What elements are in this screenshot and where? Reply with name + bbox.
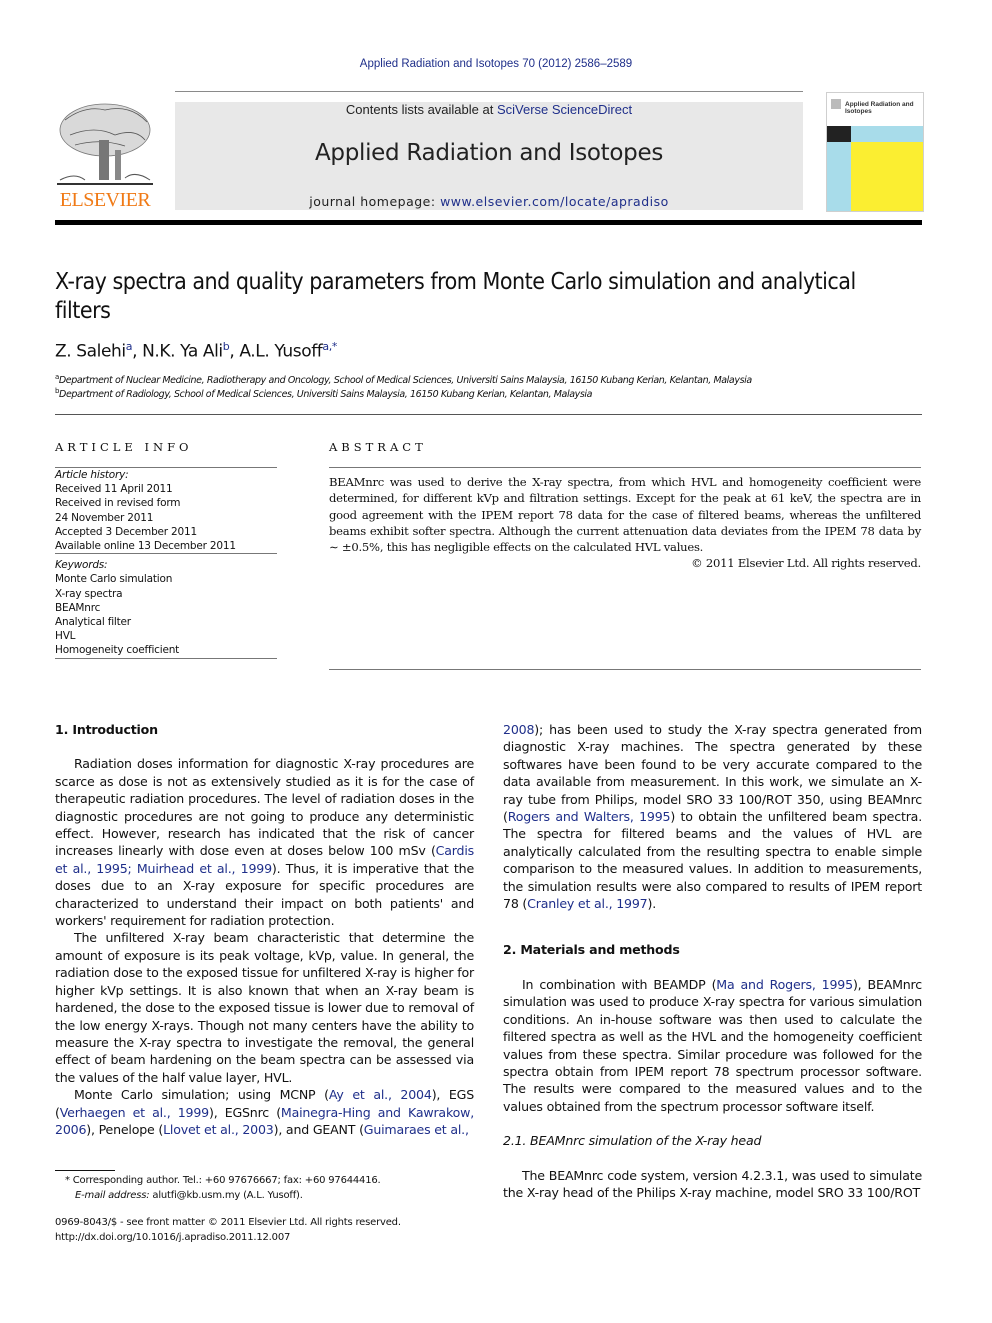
section-heading-introduction: 1. Introduction (55, 722, 158, 737)
keyword-item: BEAMnrc (55, 601, 101, 614)
journal-homepage-link[interactable]: www.elsevier.com/locate/apradiso (440, 194, 669, 209)
info-divider (55, 553, 277, 555)
body-left-column: 1. Introduction Radiation doses informat… (55, 721, 474, 1138)
keyword-item: HVL (55, 630, 76, 643)
citation-link[interactable]: Ay et al., 2004 (329, 1087, 432, 1102)
cover-atom-icon (827, 126, 851, 142)
article-history-label: Article history: (55, 469, 129, 481)
masthead-bottom-rule (55, 220, 922, 225)
cover-publisher-icon (831, 99, 841, 109)
subsection-heading-beamnrc: 2.1. BEAMnrc simulation of the X-ray hea… (503, 1133, 762, 1149)
sciencedirect-link[interactable]: SciVerse ScienceDirect (497, 102, 632, 117)
paragraph: In combination with BEAMDP (Ma and Roger… (503, 976, 922, 1114)
masthead-top-rule (175, 91, 803, 92)
affiliation-a: aDepartment of Nuclear Medicine, Radioth… (55, 373, 752, 386)
front-matter-info: 0969-8043/$ - see front matter © 2011 El… (55, 1216, 401, 1245)
citation-link[interactable]: Rogers and Walters, 1995 (508, 809, 671, 824)
issn-line: 0969-8043/$ - see front matter © 2011 El… (55, 1217, 401, 1228)
keyword-item: Homogeneity coefficient (55, 644, 180, 657)
doi-link[interactable]: http://dx.doi.org/10.1016/j.apradiso.201… (55, 1231, 401, 1246)
citation-link[interactable]: Llovet et al., 2003 (163, 1122, 274, 1137)
affiliation-link[interactable]: a,* (322, 340, 337, 353)
paragraph: The unfiltered X-ray beam characteristic… (55, 930, 474, 1085)
history-item: Received 11 April 2011 (55, 483, 173, 496)
citation-link[interactable]: 2008 (503, 722, 534, 737)
affiliation-link[interactable]: a (126, 340, 133, 353)
affiliation-text: Department of Radiology, School of Medic… (59, 389, 593, 401)
paragraph: The BEAMnrc code system, version 4.2.3.1… (503, 1167, 922, 1200)
keywords-label: Keywords: (55, 559, 108, 572)
history-item: Available online 13 December 2011 (55, 540, 236, 553)
footnote-email-line: E-mail address: alutfi@kb.usm.my (A.L. Y… (65, 1189, 381, 1204)
journal-title: Applied Radiation and Isotopes (314, 140, 664, 166)
article-info-panel: Article history: Received 11 April 2011 … (55, 467, 277, 659)
footnote-rule (55, 1170, 115, 1171)
elsevier-logo[interactable]: ELSEVIER (55, 100, 155, 212)
paper-title: X-ray spectra and quality parameters fro… (55, 269, 856, 324)
info-divider (55, 657, 277, 659)
author-name: N.K. Ya Ali (142, 341, 223, 362)
citation-link[interactable]: Cranley et al., 1997 (527, 896, 648, 911)
email-address[interactable]: alutfi@kb.usm.my (A.L. Yusoff). (149, 1190, 303, 1201)
section-heading-materials-methods: 2. Materials and methods (503, 942, 680, 958)
history-item: Received in revised form (55, 497, 181, 510)
abstract-text: BEAMnrc was used to derive the X-ray spe… (329, 475, 921, 555)
citation-link[interactable]: Guimaraes et al., (364, 1122, 469, 1137)
footnote-contact: * Corresponding author. Tel.: +60 976766… (65, 1175, 381, 1186)
article-info-heading: ARTICLE INFO (55, 440, 193, 454)
keyword-item: Analytical filter (55, 616, 131, 629)
history-item: 24 November 2011 (55, 511, 154, 524)
header-divider (55, 414, 922, 415)
affiliation-b: bDepartment of Radiology, School of Medi… (55, 387, 592, 400)
journal-cover-thumbnail[interactable]: Applied Radiation and Isotopes (826, 92, 924, 212)
contents-available-line: Contents lists available at SciVerse Sci… (175, 102, 803, 117)
journal-masthead: Contents lists available at SciVerse Sci… (175, 102, 803, 210)
abstract-divider (329, 467, 921, 468)
affiliation-text: Department of Nuclear Medicine, Radiothe… (58, 375, 752, 387)
paragraph: Radiation doses information for diagnost… (55, 756, 474, 929)
homepage-prefix: journal homepage: (309, 194, 441, 209)
journal-citation-link[interactable]: Applied Radiation and Isotopes 70 (2012)… (0, 58, 992, 70)
cover-title: Applied Radiation and Isotopes (845, 101, 914, 115)
journal-homepage-line: journal homepage: www.elsevier.com/locat… (175, 194, 803, 209)
abstract-panel: BEAMnrc was used to derive the X-ray spe… (329, 467, 921, 572)
affiliation-link[interactable]: b (223, 340, 230, 353)
body-right-column: 2008); has been used to study the X-ray … (503, 721, 922, 1201)
keyword-item: X-ray spectra (55, 587, 123, 600)
citation-link[interactable]: Ma and Rogers, 1995 (716, 977, 853, 992)
paragraph: 2008); has been used to study the X-ray … (503, 722, 922, 912)
email-label: E-mail address: (75, 1189, 150, 1201)
paragraph: Monte Carlo simulation; using MCNP (Ay e… (55, 1087, 474, 1137)
corresponding-author-footnote: * Corresponding author. Tel.: +60 976766… (65, 1174, 381, 1203)
author-list: Z. Salehia, N.K. Ya Alib, A.L. Yusoffa,* (55, 340, 337, 362)
citation-link[interactable]: Verhaegen et al., 1999 (60, 1105, 209, 1120)
abstract-bottom-divider (329, 669, 921, 670)
abstract-copyright: © 2011 Elsevier Ltd. All rights reserved… (691, 556, 921, 571)
elsevier-tree-icon (57, 103, 153, 185)
author-name: A.L. Yusoff (239, 341, 323, 362)
keyword-item: Monte Carlo simulation (55, 573, 173, 586)
abstract-heading: ABSTRACT (329, 440, 427, 454)
history-item: Accepted 3 December 2011 (55, 525, 197, 538)
elsevier-wordmark: ELSEVIER (59, 189, 151, 211)
cover-yellow-panel (851, 142, 923, 211)
author-name: Z. Salehi (55, 341, 126, 362)
contents-prefix: Contents lists available at (345, 102, 497, 117)
